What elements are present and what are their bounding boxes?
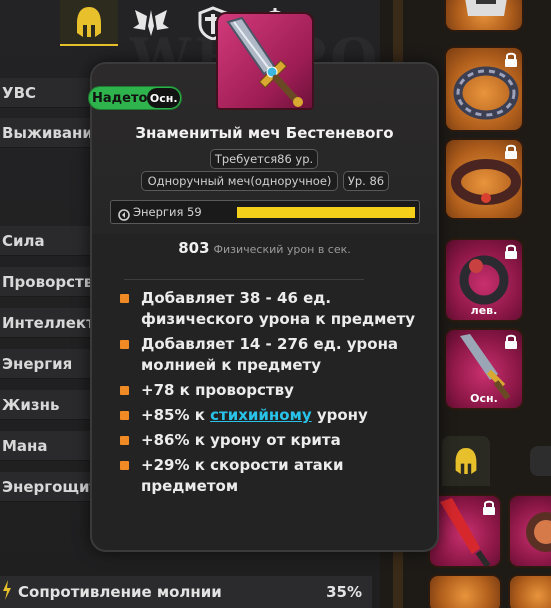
stash-slot[interactable] [508,574,551,608]
affix-suffix: урону [311,406,368,424]
affix-text: +78 к проворству [141,381,294,399]
lock-icon [504,52,518,71]
helmet-icon [465,0,507,16]
item-level: Ур. 86 [343,171,389,191]
resistance-value: 35% [326,583,362,601]
lock-icon [504,244,518,263]
stat-label: Выживание [2,123,104,142]
wings-tab-icon [133,10,169,36]
slot-badge: Осн. [147,88,180,108]
slot-label: лев. [470,304,498,317]
energy-label: Энергия 59 [133,205,202,219]
helmet-icon [526,512,551,552]
tab-wings[interactable] [122,0,180,46]
affix-prefix: +85% к [141,406,211,424]
item-type: Одноручный меч(одноручное) [141,171,338,191]
lightning-resistance-row[interactable]: Сопротивление молнии 35% [0,576,372,608]
tab-helmet[interactable] [60,0,118,46]
lock-icon [482,500,496,519]
dps-line: 803 Физический урон в сек. [90,239,439,257]
bullet-icon [120,294,129,303]
stat-label: Энергощит [2,477,99,496]
lock-icon [504,144,518,163]
slot-label: Осн. [470,392,498,405]
stat-label: Проворство [2,272,104,291]
item-icon [216,12,314,110]
energy-icon [118,206,130,225]
inventory-slot-main-weapon[interactable]: Осн. [444,328,524,410]
stat-label: Мана [2,436,48,455]
helmet-tab-icon [77,7,101,37]
bullet-icon [120,340,129,349]
bullet-icon [120,436,129,445]
bullet-icon [120,461,129,470]
affix-list: Добавляет 38 - 46 ед. физического урона … [120,288,420,501]
stat-label: Сила [2,231,45,250]
item-name: Знаменитый меч Бестеневого [135,124,394,142]
affix-line: Добавляет 38 - 46 ед. физического урона … [120,288,420,330]
sword-icon [226,16,303,107]
affix-text: Добавляет 14 - 276 ед. урона молнией к п… [141,335,399,374]
inventory-slot-helmet[interactable] [444,0,524,32]
stash-slot[interactable] [428,574,502,608]
stat-label: Жизнь [2,395,60,414]
inventory-slot-amulet[interactable] [444,46,524,132]
stash-tab-next[interactable] [530,446,551,476]
dps-value: 803 [178,239,210,257]
inventory-slot-belt[interactable] [444,138,524,220]
stash-slot[interactable] [508,494,551,568]
affix-text: +29% к скорости атаки предметом [141,456,344,495]
tooltip-divider [124,279,364,280]
elemental-keyword-link[interactable]: стихийному [210,406,312,424]
stash-tab-helmet[interactable] [442,436,490,486]
helmet-tab-icon [455,448,477,474]
level-requirement: Требуется86 ур. [210,149,318,169]
resistance-label: Сопротивление молнии [18,583,222,601]
stash-slot[interactable] [428,494,502,568]
stat-label: Интеллект [2,313,95,332]
affix-line: +78 к проворству [120,380,420,401]
affix-line: +85% к стихийному урону [120,405,420,426]
stat-label: УВС [2,83,37,102]
inventory-slot-ring-left[interactable]: лев. [444,238,524,322]
lightning-icon [2,580,12,604]
equipped-badge: Надето Осн. [88,86,182,110]
lock-icon [504,334,518,353]
stat-label: Энергия [2,354,73,373]
affix-line: Добавляет 14 - 276 ед. урона молнией к п… [120,334,420,376]
energy-bar: Энергия 59 [110,200,420,224]
affix-text: +85% к стихийному урону [141,405,368,426]
equipped-label: Надето [92,90,148,106]
affix-line: +29% к скорости атаки предметом [120,455,420,497]
affix-text: +86% к урону от крита [141,431,341,449]
bullet-icon [120,386,129,395]
energy-fill [237,207,415,218]
bullet-icon [120,411,129,420]
dps-label: Физический урон в сек. [213,243,351,256]
affix-line: +86% к урону от крита [120,430,420,451]
affix-text: Добавляет 38 - 46 ед. физического урона … [141,289,416,328]
